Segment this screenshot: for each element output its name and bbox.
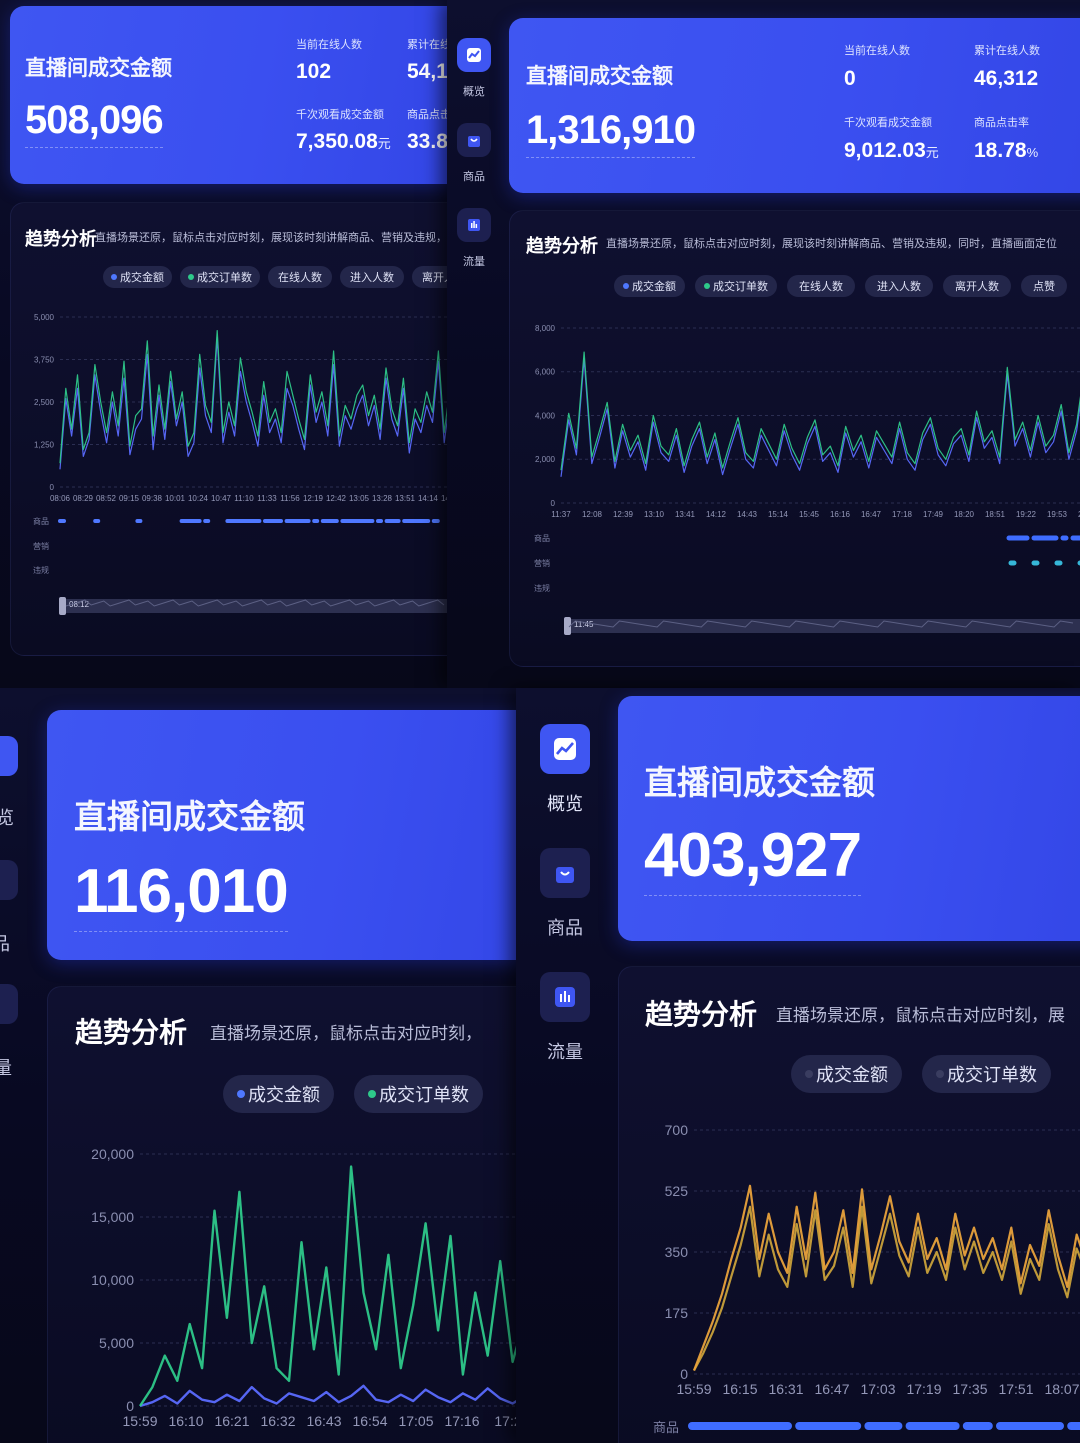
x-tick-label: 15:45 (799, 510, 820, 519)
x-tick-label: 16:15 (722, 1381, 757, 1397)
dashboard-panel-1: 直播间成交金额 508,096 当前在线人数 102 累计在线 54,14 千次… (0, 0, 447, 688)
x-tick-label: 12:42 (326, 494, 347, 503)
x-tick-label: 17:03 (860, 1381, 895, 1397)
x-tick-label: 13:28 (372, 494, 393, 503)
y-tick-label: 20,000 (91, 1146, 134, 1162)
x-tick-label: 17:2 (494, 1413, 516, 1429)
x-tick-label: 11:10 (234, 494, 254, 503)
x-tick-label: 18:20 (954, 510, 975, 519)
series-line-gmv (139, 1384, 516, 1408)
series-line-orders (693, 1205, 1080, 1372)
x-tick-label: 08:52 (96, 494, 117, 503)
trend-chart-3[interactable]: 20,000 15,000 10,000 5,000 015:59 16:10 16:21 1… (0, 688, 516, 1443)
y-tick-label: 0 (551, 499, 556, 508)
y-tick-label: 4,000 (535, 411, 556, 420)
x-tick-label: 11:37 (551, 510, 571, 519)
y-tick-label: 5,000 (99, 1335, 134, 1351)
x-tick-label: 12:39 (613, 510, 634, 519)
x-tick-label: 16:43 (306, 1413, 341, 1429)
x-tick-label: 19:22 (1016, 510, 1037, 519)
x-tick-label: 14:43 (737, 510, 758, 519)
x-tick-label: 14:14 (418, 494, 439, 503)
trend-chart-4[interactable]: 700 525 350 175 015:59 16:15 16:31 16:47 17:03 17… (516, 688, 1080, 1443)
x-tick-label: 15:14 (768, 510, 789, 519)
x-tick-label: 16:54 (352, 1413, 387, 1429)
x-tick-label: 13:51 (395, 494, 416, 503)
y-tick-label: 10,000 (91, 1272, 134, 1288)
x-tick-label: 09:15 (119, 494, 140, 503)
x-tick-label: 17:35 (952, 1381, 987, 1397)
x-tick-label: 15:59 (122, 1413, 157, 1429)
trend-chart-2[interactable]: 8,000 6,000 4,000 2,000 0 11:37 12:08 12:39 13:1… (447, 0, 1080, 688)
dashboard-panel-2: 概览 商品 流量 直播间成交金额 1,316,910 当前在线人数 0 累计在线… (447, 0, 1080, 688)
series-line-orders (138, 1165, 516, 1407)
x-tick-label: 16:16 (830, 510, 851, 519)
x-tick-label: 19:53 (1047, 510, 1068, 519)
y-tick-label: 2,500 (34, 398, 55, 407)
y-tick-label: 0 (126, 1398, 134, 1414)
y-tick-label: 6,000 (535, 368, 556, 377)
x-tick-label: 17:51 (998, 1381, 1033, 1397)
y-tick-label: 0 (680, 1366, 688, 1382)
x-tick-label: 08:06 (50, 494, 71, 503)
y-tick-label: 3,750 (34, 355, 55, 364)
x-tick-label: 17:16 (444, 1413, 479, 1429)
x-tick-label: 18:51 (985, 510, 1006, 519)
trend-chart-1[interactable]: 5,000 3,750 2,500 1,250 0 08:06 08:29 08:52 09:1… (0, 0, 447, 688)
slider-sparkline (65, 599, 445, 607)
series-line-gmv (59, 336, 447, 470)
x-tick-label: 18:07 (1044, 1381, 1079, 1397)
y-tick-label: 8,000 (535, 324, 556, 333)
x-tick-label: 12:19 (303, 494, 324, 503)
y-tick-label: 700 (665, 1122, 689, 1138)
y-tick-label: 175 (665, 1305, 689, 1321)
x-tick-label: 17:18 (892, 510, 913, 519)
x-tick-label: 13:41 (675, 510, 696, 519)
y-tick-label: 5,000 (34, 313, 55, 322)
x-tick-label: 17:19 (906, 1381, 941, 1397)
x-tick-label: 16:21 (214, 1413, 249, 1429)
y-tick-label: 15,000 (91, 1209, 134, 1225)
x-tick-label: 17:49 (923, 510, 944, 519)
y-tick-label: 2,000 (535, 455, 556, 464)
x-tick-label: 16:47 (861, 510, 882, 519)
x-tick-label: 13:10 (644, 510, 665, 519)
slider-sparkline (568, 620, 1074, 628)
x-tick-label: 12:08 (582, 510, 603, 519)
x-tick-label: 16:10 (168, 1413, 203, 1429)
x-tick-label: 13:05 (349, 494, 370, 503)
x-tick-label: 16:31 (768, 1381, 803, 1397)
x-tick-label: 08:29 (73, 494, 94, 503)
dashboard-panel-3: 览 品 量 直播间成交金额 116,010 趋势分析 直播场景还原，鼠标点击对应… (0, 688, 516, 1443)
x-tick-label: 11:56 (280, 494, 300, 503)
x-tick-label: 15:59 (676, 1381, 711, 1397)
y-tick-label: 1,250 (34, 440, 55, 449)
y-tick-label: 350 (665, 1244, 689, 1260)
x-tick-label: 16:47 (814, 1381, 849, 1397)
y-tick-label: 525 (665, 1183, 689, 1199)
x-tick-label: 09:38 (142, 494, 163, 503)
x-tick-label: 10:01 (165, 494, 186, 503)
dashboard-panel-4: 概览 商品 流量 直播间成交金额 403,927 趋势分析 直播场景还原，鼠标点… (516, 688, 1080, 1443)
x-tick-label: 17:05 (398, 1413, 433, 1429)
y-tick-label: 0 (50, 483, 55, 492)
x-tick-label: 10:47 (211, 494, 232, 503)
x-tick-label: 11:33 (257, 494, 277, 503)
x-tick-label: 14:12 (706, 510, 727, 519)
x-tick-label: 10:24 (188, 494, 209, 503)
x-tick-label: 16:32 (260, 1413, 295, 1429)
